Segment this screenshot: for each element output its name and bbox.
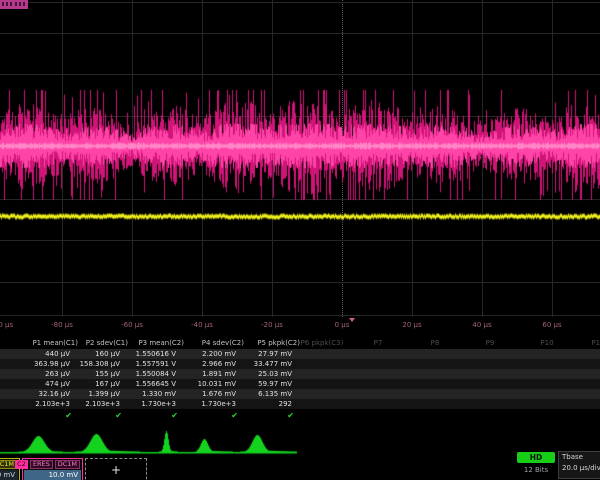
timebase-descriptor[interactable]: Tbase 20.0 µs/div [558, 451, 600, 479]
measure-value: 1.676 mV [202, 390, 236, 398]
measure-value: 1.730e+3 [141, 400, 176, 408]
c2-label-badge: C2 [15, 460, 28, 469]
measure-value: 25.03 mV [258, 370, 292, 378]
measure-value: 1.556645 V [136, 380, 176, 388]
param-header-unused[interactable]: P6 pkpk(C3) [301, 339, 344, 347]
measure-value: 1.330 mV [142, 390, 176, 398]
graticule[interactable] [0, 0, 600, 317]
axis-tick-label: 20 µs [402, 321, 421, 329]
measure-value: 33.477 mV [254, 360, 292, 368]
c1-volts-per-div: 10.0 mV [0, 470, 18, 480]
axis-tick-label: 60 µs [542, 321, 561, 329]
measure-value: 10.031 mV [198, 380, 236, 388]
axis-tick-label: -100 µs [0, 321, 13, 329]
timebase-label: Tbase [559, 452, 600, 461]
measure-value: 59.97 mV [258, 380, 292, 388]
measure-table: P1 mean(C1) P2 sdev(C1) P3 mean(C2) P4 sdev… [0, 336, 600, 428]
timebase-per-div: 20.0 µs/div [559, 461, 600, 472]
axis-tick-label: -80 µs [51, 321, 73, 329]
measure-value: 27.97 mV [258, 350, 292, 358]
axis-tick-label: -20 µs [261, 321, 283, 329]
measure-value: 1.730e+3 [201, 400, 236, 408]
measure-value: 6.135 mV [258, 390, 292, 398]
time-axis: -100 µs -80 µs -60 µs -40 µs -20 µs 0 µs 20 µs… [0, 317, 600, 334]
measure-value: 363.98 µV [34, 360, 70, 368]
param-header[interactable]: P5 pkpk(C2) [257, 339, 300, 347]
add-trace-button[interactable]: + [85, 458, 147, 480]
hd-mode-badge[interactable]: HD [517, 452, 555, 463]
measure-value: 474 µV [45, 380, 70, 388]
histicons [0, 428, 600, 458]
measure-value: 1.550616 V [136, 350, 176, 358]
axis-tick-label: -40 µs [191, 321, 213, 329]
measure-value: 440 µV [45, 350, 70, 358]
trigger-position-icon[interactable] [349, 318, 355, 322]
param-header-unused[interactable]: P7 [374, 339, 383, 347]
param-header[interactable]: P3 mean(C2) [138, 339, 184, 347]
waveform-display[interactable] [0, 0, 600, 317]
param-header-unused[interactable]: P9 [486, 339, 495, 347]
hd-bits-label: 12 Bits [517, 466, 555, 474]
status-check-icon: ✔ [115, 411, 122, 420]
param-header-unused[interactable]: P10 [540, 339, 553, 347]
measure-value: 2.966 mV [202, 360, 236, 368]
measure-row: 32.16 µV 1.399 µV 1.330 mV 1.676 mV 6.135 mV [0, 389, 600, 399]
measure-value: 1.399 µV [88, 390, 120, 398]
status-check-icon: ✔ [65, 411, 72, 420]
param-header[interactable]: P1 mean(C1) [32, 339, 78, 347]
measure-value: 2.103e+3 [35, 400, 70, 408]
measure-value: 1.557591 V [136, 360, 176, 368]
measure-row: 363.98 µV 158.308 µV 1.557591 V 2.966 mV 33.… [0, 359, 600, 369]
descriptor-bar: C1 DC1M 10.0 mV C2 ERES DC1M 10.0 mV + H… [0, 458, 600, 480]
measure-value: 2.103e+3 [85, 400, 120, 408]
c2-volts-per-div: 10.0 mV [24, 470, 81, 480]
measure-value: 292 [279, 400, 292, 408]
measure-value: 160 µV [95, 350, 120, 358]
measure-value: 32.16 µV [38, 390, 70, 398]
param-header[interactable]: P2 sdev(C1) [86, 339, 128, 347]
axis-tick-label: -60 µs [121, 321, 143, 329]
status-check-icon: ✔ [171, 411, 178, 420]
oscilloscope-screen: -100 µs -80 µs -60 µs -40 µs -20 µs 0 µs 20 µs… [0, 0, 600, 480]
param-header[interactable]: P4 sdev(C2) [202, 339, 244, 347]
measure-value: 155 µV [95, 370, 120, 378]
axis-tick-label: 0 µs [335, 321, 350, 329]
measure-row: 263 µV 155 µV 1.550084 V 1.891 mV 25.03 mV [0, 369, 600, 379]
param-header-unused[interactable]: P8 [431, 339, 440, 347]
param-header-unused[interactable]: P11 [591, 339, 600, 347]
top-left-badge[interactable] [0, 0, 28, 9]
measure-value: 1.891 mV [202, 370, 236, 378]
measure-value: 167 µV [95, 380, 120, 388]
measure-value: 263 µV [45, 370, 70, 378]
measure-row: 474 µV 167 µV 1.556645 V 10.031 mV 59.97 mV [0, 379, 600, 389]
status-check-icon: ✔ [231, 411, 238, 420]
badge-glyphs [2, 2, 4, 6]
status-check-icon: ✔ [287, 411, 294, 420]
measure-value: 2.200 mV [202, 350, 236, 358]
measure-status-row: ✔ ✔ ✔ ✔ ✔ [0, 409, 600, 425]
measure-row: 440 µV 160 µV 1.550616 V 2.200 mV 27.97 mV [0, 349, 600, 359]
c2-coupling-badge: DC1M [55, 460, 80, 469]
measure-header-row: P1 mean(C1) P2 sdev(C1) P3 mean(C2) P4 sdev… [0, 336, 600, 349]
measure-value: 158.308 µV [80, 360, 120, 368]
axis-tick-label: 40 µs [472, 321, 491, 329]
c2-eres-badge: ERES [30, 460, 53, 469]
measure-row: 2.103e+3 2.103e+3 1.730e+3 1.730e+3 292 [0, 399, 600, 409]
channel-c2-descriptor[interactable]: C2 ERES DC1M 10.0 mV [22, 458, 83, 480]
measure-value: 1.550084 V [136, 370, 176, 378]
